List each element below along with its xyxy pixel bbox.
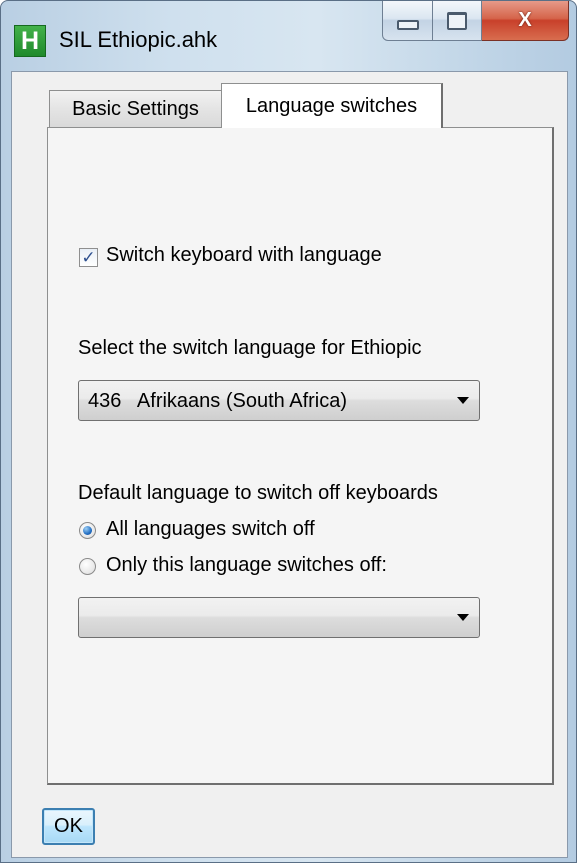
switch-language-label: Select the switch language for Ethiopic xyxy=(78,337,422,359)
tab-basic-settings[interactable]: Basic Settings xyxy=(49,90,222,127)
minimize-button[interactable] xyxy=(382,1,433,41)
default-language-label: Default language to switch off keyboards xyxy=(78,482,438,504)
switch-keyboard-checkbox[interactable]: ✓ xyxy=(79,248,98,267)
close-button[interactable]: X xyxy=(482,1,569,41)
dropdown-arrow-icon xyxy=(457,397,469,404)
radio-only-this-language[interactable] xyxy=(79,558,96,575)
maximize-button[interactable] xyxy=(433,1,482,41)
dialog-window: H SIL Ethiopic.ahk X Basic Settings Lang… xyxy=(0,0,577,863)
ok-button[interactable]: OK xyxy=(42,808,95,845)
dropdown-arrow-icon xyxy=(457,614,469,621)
caption-buttons: X xyxy=(382,1,569,41)
tab-panel-language-switches: ✓ Switch keyboard with language Select t… xyxy=(47,127,554,785)
checkmark-icon: ✓ xyxy=(81,248,96,267)
maximize-icon xyxy=(447,11,467,30)
tab-language-switches[interactable]: Language switches xyxy=(221,83,443,128)
off-language-dropdown[interactable] xyxy=(78,597,480,638)
minimize-icon xyxy=(396,19,419,30)
radio-only-this-language-label[interactable]: Only this language switches off: xyxy=(106,554,387,577)
close-icon: X xyxy=(518,9,532,31)
switch-keyboard-label[interactable]: Switch keyboard with language xyxy=(106,244,382,267)
switch-language-value: 436 Afrikaans (South Africa) xyxy=(88,390,348,412)
radio-all-languages[interactable] xyxy=(79,522,96,539)
switch-language-dropdown[interactable]: 436 Afrikaans (South Africa) xyxy=(78,380,480,421)
app-icon: H xyxy=(14,25,46,57)
window-title: SIL Ethiopic.ahk xyxy=(59,27,218,52)
radio-all-languages-label[interactable]: All languages switch off xyxy=(106,518,315,541)
client-area: Basic Settings Language switches ✓ Switc… xyxy=(11,71,568,858)
radio-selected-dot xyxy=(83,526,92,535)
